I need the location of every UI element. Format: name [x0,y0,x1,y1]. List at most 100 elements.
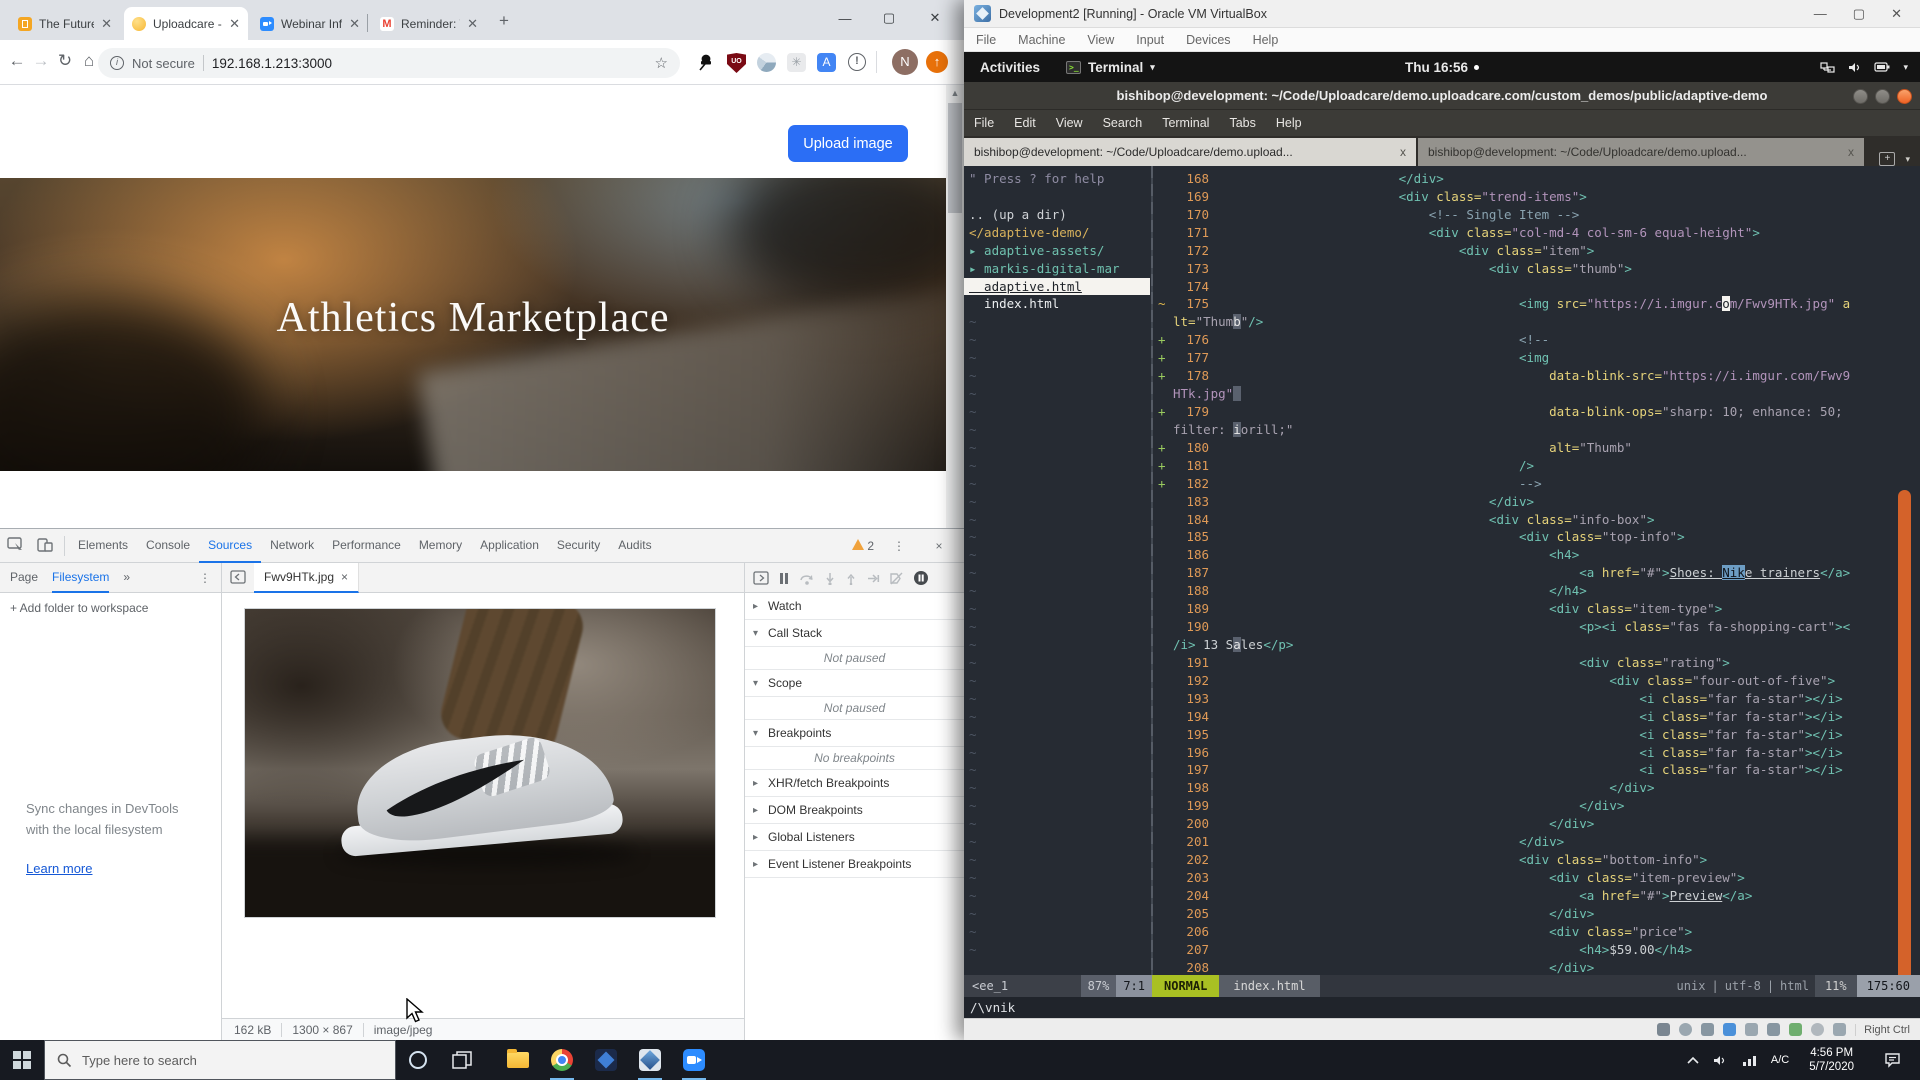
vm-shared-folders-icon[interactable] [1767,1023,1780,1036]
back-icon[interactable]: ← [6,51,28,71]
code-row[interactable]: 172 <div class="item"> [1158,242,1896,260]
nerdtree-row[interactable]: ▸ markis-digital-mar [964,260,1150,278]
step-over-icon[interactable] [799,572,815,585]
section-global-listeners[interactable]: ▸Global Listeners [745,824,964,851]
nav-tab-page[interactable]: Page [10,563,38,593]
pin-extension-icon[interactable] [696,53,714,76]
vim-code-pane[interactable]: 168 </div>169 <div class="trend-items">1… [1158,170,1896,976]
vbox-close-button[interactable]: ✕ [1891,6,1902,22]
devtools-tab-security[interactable]: Security [548,529,609,563]
code-row[interactable]: +177 <img [1158,349,1896,367]
nav-menu-icon[interactable]: ⋮ [199,571,211,585]
pause-on-exceptions-icon[interactable] [913,570,929,586]
url-text[interactable]: 192.168.1.213:3000 [212,56,647,71]
vbox-menu-input[interactable]: Input [1136,33,1164,47]
devtools-tab-elements[interactable]: Elements [69,529,137,563]
section-event-listener-breakpoints[interactable]: ▸Event Listener Breakpoints [745,851,964,878]
code-row[interactable]: 192 <div class="four-out-of-five"> [1158,672,1896,690]
new-tab-button[interactable]: + [492,10,516,34]
code-row[interactable]: 185 <div class="top-info"> [1158,528,1896,546]
browser-close-button[interactable]: ✕ [914,0,956,36]
tray-volume-icon[interactable] [1713,1054,1728,1067]
scrollbar-thumb[interactable] [948,103,962,213]
terminal-titlebar[interactable]: bishibop@development: ~/Code/Uploadcare/… [964,82,1920,110]
chrome-button[interactable] [540,1040,584,1080]
code-row[interactable]: 194 <i class="far fa-star"></i> [1158,708,1896,726]
code-row[interactable]: 184 <div class="info-box"> [1158,511,1896,529]
forward-icon[interactable]: → [30,51,52,71]
terminal-menu-tabs[interactable]: Tabs [1229,116,1255,130]
code-row[interactable]: 205 </div> [1158,905,1896,923]
code-row[interactable]: +181 /> [1158,457,1896,475]
code-row[interactable]: 198 </div> [1158,779,1896,797]
taskbar-search-box[interactable]: Type here to search [44,1040,396,1080]
address-bar[interactable]: i Not secure 192.168.1.213:3000 ☆ [98,48,680,78]
nerdtree-row[interactable]: " Press ? for help [964,170,1150,188]
terminal-menu-search[interactable]: Search [1103,116,1143,130]
code-row[interactable]: 208 </div> [1158,959,1896,977]
nav-more-tabs[interactable]: » [123,563,130,593]
pause-script-icon[interactable] [778,572,790,585]
devtools-tab-application[interactable]: Application [471,529,548,563]
file-tab-close-icon[interactable]: × [341,570,348,584]
vm-recording-icon[interactable] [1811,1023,1824,1036]
nerdtree-row[interactable]: index.html [964,295,1150,313]
code-row[interactable]: 188 </h4> [1158,582,1896,600]
section-breakpoints[interactable]: ▾Breakpoints [745,720,964,747]
browser-tab-4[interactable]: Reminder: The Future✕ [372,7,486,40]
code-row[interactable]: 187 <a href="#">Shoes: Nike trainers</a> [1158,564,1896,582]
code-row[interactable]: 193 <i class="far fa-star"></i> [1158,690,1896,708]
code-row[interactable]: 204 <a href="#">Preview</a> [1158,887,1896,905]
vm-harddisk-icon[interactable] [1657,1023,1670,1036]
vbox-maximize-button[interactable]: ▢ [1853,6,1865,22]
code-row[interactable]: HTk.jpg" [1158,385,1896,403]
code-row[interactable]: +180 alt="Thumb" [1158,439,1896,457]
devtools-close-icon[interactable]: × [924,539,954,553]
ac-power-badge[interactable]: A/C [1771,1054,1789,1066]
inspect-element-icon[interactable] [0,537,30,555]
nav-tab-filesystem[interactable]: Filesystem [52,563,109,593]
chrome-update-menu-icon[interactable] [926,51,948,73]
nerdtree-row[interactable]: </adaptive-demo/ [964,224,1150,242]
terminal-menu-help[interactable]: Help [1276,116,1302,130]
terminal-tab-1[interactable]: bishibop@development: ~/Code/Uploadcare/… [964,138,1416,166]
task-view-button[interactable] [440,1040,484,1080]
vm-usb-icon[interactable] [1745,1023,1758,1036]
home-icon[interactable]: ⌂ [78,51,100,71]
devtools-tab-memory[interactable]: Memory [410,529,471,563]
terminal-scrollbar-thumb[interactable] [1898,490,1911,1010]
vm-cd-icon[interactable] [1679,1023,1692,1036]
page-info-icon[interactable]: i [110,56,124,70]
reload-icon[interactable]: ↻ [54,51,76,71]
vm-network-icon[interactable] [1723,1023,1736,1036]
code-row[interactable]: 203 <div class="item-preview"> [1158,869,1896,887]
tab-close-icon[interactable]: ✕ [349,16,360,32]
tab-close-icon[interactable]: x [1848,145,1854,159]
page-scrollbar[interactable]: ▲ [946,85,964,528]
devtools-tab-console[interactable]: Console [137,529,199,563]
vbox-menu-machine[interactable]: Machine [1018,33,1065,47]
terminal-menu-view[interactable]: View [1056,116,1083,130]
devtools-tab-network[interactable]: Network [261,529,323,563]
vbox-minimize-button[interactable]: — [1814,6,1827,22]
section-scope[interactable]: ▾Scope [745,670,964,697]
browser-maximize-button[interactable]: ▢ [868,0,910,36]
nerdtree-row[interactable]: adaptive.html [964,278,1150,296]
code-row[interactable]: 200 </div> [1158,815,1896,833]
virtualbox-button[interactable] [628,1040,672,1080]
taskbar-clock[interactable]: 4:56 PM 5/7/2020 [1803,1046,1860,1074]
section-call-stack[interactable]: ▾Call Stack [745,620,964,647]
code-row[interactable]: filter: iorill;" [1158,421,1896,439]
vbox-menu-help[interactable]: Help [1253,33,1279,47]
code-row[interactable]: 197 <i class="far fa-star"></i> [1158,761,1896,779]
devtools-tab-sources[interactable]: Sources [199,529,261,563]
vm-audio-icon[interactable] [1701,1023,1714,1036]
browser-minimize-button[interactable]: — [824,0,866,36]
code-row[interactable]: 201 </div> [1158,833,1896,851]
code-row[interactable]: 190 <p><i class="fas fa-shopping-cart">< [1158,618,1896,636]
devtools-tab-performance[interactable]: Performance [323,529,410,563]
virtualbox-titlebar[interactable]: Development2 [Running] - Oracle VM Virtu… [964,0,1920,28]
nerdtree-row[interactable] [964,188,1150,206]
section-watch[interactable]: ▸Watch [745,593,964,620]
step-out-icon[interactable] [845,572,857,585]
